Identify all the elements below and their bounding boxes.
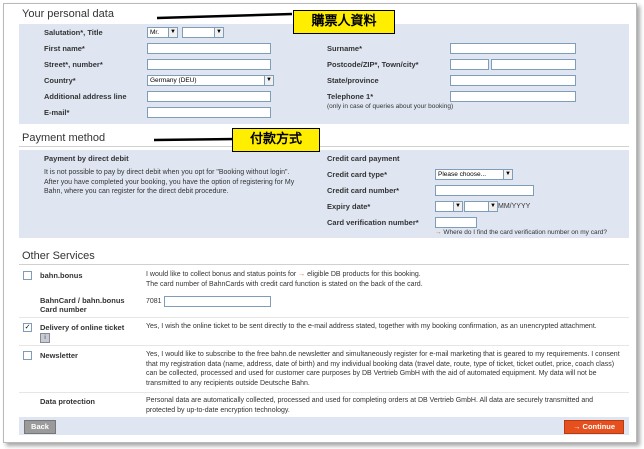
- other-divider: [19, 264, 629, 265]
- bahn-bonus-note: The card number of BahnCards with credit…: [146, 281, 423, 288]
- data-protection-text: Personal data are automatically collecte…: [146, 397, 594, 414]
- personal-data-panel: [19, 24, 629, 124]
- callout-payment: 付款方式: [232, 128, 320, 152]
- bahncard-number-input[interactable]: [164, 296, 271, 307]
- eligible-products-link[interactable]: eligible DB products for this booking.: [307, 271, 421, 278]
- chevron-down-icon: ▼: [453, 202, 462, 211]
- row-divider: [19, 345, 629, 346]
- callout-arrow-payment: [153, 137, 238, 142]
- state-input[interactable]: [450, 75, 576, 86]
- street-label: Street*, number*: [44, 60, 103, 69]
- postcode-label: Postcode/ZIP*, Town/city*: [327, 60, 419, 69]
- delivery-text: Yes, I wish the online ticket to be sent…: [146, 323, 597, 330]
- newsletter-checkbox[interactable]: [23, 351, 32, 360]
- cvn-input[interactable]: [435, 217, 477, 228]
- telephone-note: (only in case of queries about your book…: [327, 103, 454, 110]
- info-icon[interactable]: i: [40, 333, 50, 343]
- country-select[interactable]: Germany (DEU) ▼: [147, 75, 274, 86]
- first-name-label: First name*: [44, 44, 85, 53]
- direct-debit-title: Payment by direct debit: [44, 154, 129, 163]
- delivery-checkbox[interactable]: ✓: [23, 323, 32, 332]
- other-services-title: Other Services: [22, 250, 95, 262]
- cvn-help-link[interactable]: → Where do I find the card verification …: [435, 228, 607, 238]
- expiry-label: Expiry date*: [327, 202, 371, 211]
- navigation-bar: [19, 417, 629, 435]
- data-protection-label: Data protection: [40, 397, 96, 406]
- callout-personal: 購票人資料: [293, 10, 395, 34]
- first-name-input[interactable]: [147, 43, 271, 54]
- back-button[interactable]: Back: [24, 420, 56, 434]
- postcode-input[interactable]: [450, 59, 489, 70]
- payment-divider: [19, 146, 629, 147]
- email-label: E-mail*: [44, 108, 70, 117]
- bahn-bonus-checkbox[interactable]: [23, 271, 32, 280]
- chevron-down-icon: ▼: [488, 202, 497, 211]
- additional-address-input[interactable]: [147, 91, 271, 102]
- country-label: Country*: [44, 76, 76, 85]
- surname-input[interactable]: [450, 43, 576, 54]
- newsletter-text: Yes, I would like to subscribe to the fr…: [146, 351, 620, 387]
- town-input[interactable]: [491, 59, 576, 70]
- title-select[interactable]: ▼: [182, 27, 224, 38]
- bahn-bonus-label: bahn.bonus: [40, 271, 83, 280]
- telephone-input[interactable]: [450, 91, 576, 102]
- expiry-year-select[interactable]: ▼: [464, 201, 498, 212]
- additional-address-label: Additional address line: [44, 92, 127, 101]
- card-number-input[interactable]: [435, 185, 534, 196]
- chevron-down-icon: ▼: [264, 76, 273, 85]
- booking-form-window: Your personal data 購票人資料 Salutation*, Ti…: [3, 3, 637, 443]
- credit-card-title: Credit card payment: [327, 154, 400, 163]
- card-number-label: Credit card number*: [327, 186, 400, 195]
- cvn-label: Card verification number*: [327, 218, 419, 227]
- delivery-label: Delivery of online ticket: [40, 323, 125, 332]
- arrow-right-icon: →: [572, 422, 583, 431]
- chevron-down-icon: ▼: [503, 170, 512, 179]
- callout-arrow-personal: [156, 12, 293, 20]
- arrow-right-icon: →: [435, 229, 442, 236]
- state-label: State/province: [327, 76, 379, 85]
- continue-button[interactable]: → Continue: [564, 420, 624, 434]
- direct-debit-text: It is not possible to pay by direct debi…: [44, 169, 295, 195]
- bahncard-label: BahnCard / bahn.bonus Card number: [40, 296, 125, 314]
- chevron-down-icon: ▼: [168, 28, 177, 37]
- arrow-right-icon: →: [298, 271, 306, 278]
- street-input[interactable]: [147, 59, 271, 70]
- expiry-format-hint: MM/YYYY: [498, 203, 531, 210]
- surname-label: Surname*: [327, 44, 363, 53]
- card-type-label: Credit card type*: [327, 170, 388, 179]
- personal-data-title: Your personal data: [22, 8, 114, 20]
- email-input[interactable]: [147, 107, 271, 118]
- newsletter-label: Newsletter: [40, 351, 78, 360]
- bahn-bonus-text: I would like to collect bonus and status…: [146, 271, 421, 278]
- bahncard-prefix: 7081: [146, 298, 162, 305]
- payment-method-title: Payment method: [22, 132, 106, 144]
- card-type-select[interactable]: Please choose... ▼: [435, 169, 513, 180]
- expiry-month-select[interactable]: ▼: [435, 201, 463, 212]
- chevron-down-icon: ▼: [214, 28, 223, 37]
- salutation-label: Salutation*, Title: [44, 28, 103, 37]
- salutation-select[interactable]: Mr. ▼: [147, 27, 178, 38]
- row-divider: [19, 317, 629, 318]
- telephone-label: Telephone 1*: [327, 92, 374, 101]
- row-divider: [19, 392, 629, 393]
